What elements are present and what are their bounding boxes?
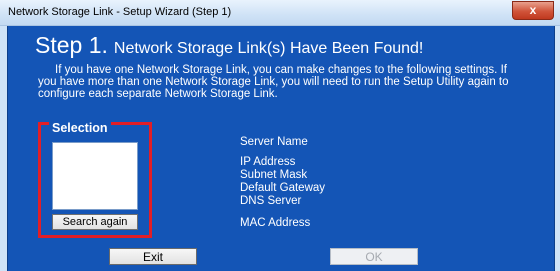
intro-text: If you have one Network Storage Link, yo…	[38, 64, 518, 100]
server-name-label: Server Name	[240, 136, 308, 148]
search-again-button[interactable]: Search again	[52, 214, 138, 230]
exit-button[interactable]: Exit	[109, 248, 197, 265]
title-bar[interactable]: Network Storage Link - Setup Wizard (Ste…	[0, 0, 560, 26]
close-button[interactable]: x	[512, 1, 554, 20]
mac-address-label: MAC Address	[240, 217, 311, 229]
dns-server-label: DNS Server	[240, 195, 302, 207]
subnet-mask-label: Subnet Mask	[240, 169, 308, 181]
device-list[interactable]	[52, 142, 138, 210]
ok-button[interactable]: OK	[330, 248, 418, 265]
intro-paragraph: If you have one Network Storage Link, yo…	[38, 64, 509, 100]
selection-group: Selection Search again	[38, 122, 152, 238]
step-title: Network Storage Link(s) Have Been Found!	[113, 40, 424, 57]
step-heading: Step 1. Network Storage Link(s) Have Been…	[35, 32, 423, 59]
window-title: Network Storage Link - Setup Wizard (Ste…	[8, 6, 232, 18]
setup-wizard-window: Network Storage Link - Setup Wizard (Ste…	[0, 0, 560, 271]
ip-address-label: IP Address	[240, 156, 296, 168]
default-gateway-label: Default Gateway	[240, 182, 326, 194]
selection-legend: Selection	[49, 122, 111, 134]
step-label: Step 1.	[35, 32, 108, 58]
wizard-content: Step 1. Network Storage Link(s) Have Been…	[7, 26, 555, 271]
close-icon: x	[529, 3, 537, 17]
